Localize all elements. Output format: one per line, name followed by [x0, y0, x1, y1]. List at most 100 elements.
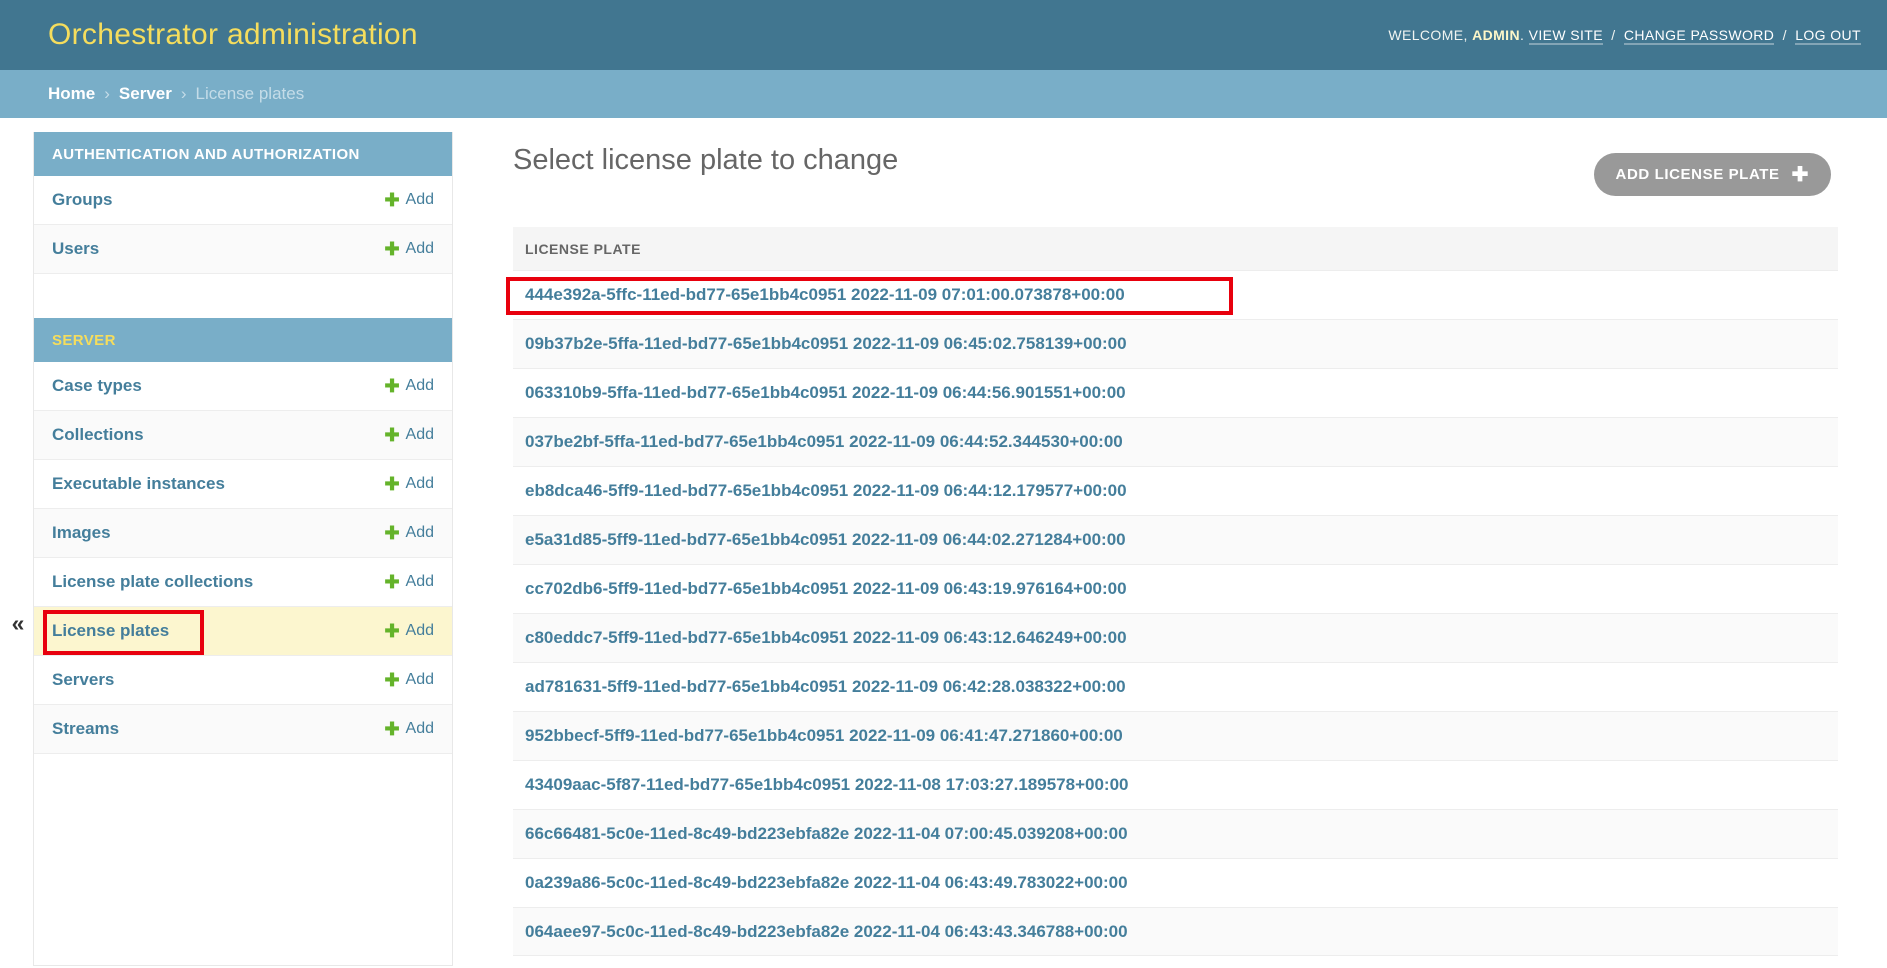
add-images-link[interactable]: ✚Add: [384, 523, 434, 544]
license-plate-row: 0a239a86-5c0c-11ed-8c49-bd223ebfa82e 202…: [513, 858, 1838, 907]
add-collections-link[interactable]: ✚Add: [384, 425, 434, 446]
user-tools-separator: /: [1611, 27, 1615, 43]
add-link-label: Add: [406, 720, 434, 738]
main-content: Select license plate to change ADD LICEN…: [513, 118, 1838, 956]
sidebar-item-groups[interactable]: Groups ✚Add: [34, 176, 452, 225]
plus-icon: ✚: [384, 719, 399, 740]
sidebar-item-link[interactable]: License plate collections: [52, 572, 253, 592]
add-streams-link[interactable]: ✚ Add: [384, 719, 434, 740]
license-plate-row: 444e392a-5ffc-11ed-bd77-65e1bb4c0951 202…: [513, 270, 1838, 319]
license-plate-link[interactable]: 037be2bf-5ffa-11ed-bd77-65e1bb4c0951 202…: [525, 432, 1123, 452]
breadcrumb-separator: ›: [104, 84, 110, 104]
license-plate-row: 952bbecf-5ff9-11ed-bd77-65e1bb4c0951 202…: [513, 711, 1838, 760]
breadcrumb-home[interactable]: Home: [48, 84, 95, 104]
license-plate-link[interactable]: 952bbecf-5ff9-11ed-bd77-65e1bb4c0951 202…: [525, 726, 1123, 746]
plus-icon: ✚: [384, 523, 399, 544]
license-plate-link[interactable]: ad781631-5ff9-11ed-bd77-65e1bb4c0951 202…: [525, 677, 1126, 697]
content-header: Select license plate to change ADD LICEN…: [513, 118, 1838, 227]
plus-icon: ✚: [384, 572, 399, 593]
plus-icon: ✚: [384, 621, 399, 642]
sidebar-item-servers[interactable]: Servers ✚ Add: [34, 656, 452, 705]
license-plate-row: 09b37b2e-5ffa-11ed-bd77-65e1bb4c0951 202…: [513, 319, 1838, 368]
table-column-header[interactable]: LICENSE PLATE: [513, 227, 1838, 270]
app-title[interactable]: Orchestrator administration: [48, 18, 418, 52]
sidebar-collapse-toggle[interactable]: «: [5, 608, 31, 638]
sidebar-item-link[interactable]: Case types: [52, 376, 142, 396]
plus-icon: ✚: [384, 474, 399, 495]
license-plate-link[interactable]: cc702db6-5ff9-11ed-bd77-65e1bb4c0951 202…: [525, 579, 1127, 599]
add-servers-link[interactable]: ✚ Add: [384, 670, 434, 691]
license-plate-table: LICENSE PLATE 444e392a-5ffc-11ed-bd77-65…: [513, 227, 1838, 956]
license-plate-row: e5a31d85-5ff9-11ed-bd77-65e1bb4c0951 202…: [513, 515, 1838, 564]
view-site-link[interactable]: VIEW SITE: [1529, 27, 1603, 45]
add-license-plate-collections-link[interactable]: ✚ Add: [384, 572, 434, 593]
page-title: Select license plate to change: [513, 144, 898, 177]
license-plate-row: 037be2bf-5ffa-11ed-bd77-65e1bb4c0951 202…: [513, 417, 1838, 466]
add-link-label: Add: [406, 671, 434, 689]
plus-icon: ✚: [384, 670, 399, 691]
sidebar-item-link[interactable]: Streams: [52, 719, 119, 739]
breadcrumb-server[interactable]: Server: [119, 84, 172, 104]
sidebar-item-executable-instances[interactable]: Executable instances ✚Add: [34, 460, 452, 509]
sidebar-item-link[interactable]: Users: [52, 239, 99, 259]
license-plate-row: cc702db6-5ff9-11ed-bd77-65e1bb4c0951 202…: [513, 564, 1838, 613]
license-plate-row: eb8dca46-5ff9-11ed-bd77-65e1bb4c0951 202…: [513, 466, 1838, 515]
add-executable-instances-link[interactable]: ✚Add: [384, 474, 434, 495]
add-link-label: Add: [406, 377, 434, 395]
add-link-label: Add: [406, 191, 434, 209]
user-tools-separator: /: [1783, 27, 1787, 43]
sidebar: AUTHENTICATION AND AUTHORIZATIONGroups✚A…: [33, 132, 453, 966]
license-plate-row: 063310b9-5ffa-11ed-bd77-65e1bb4c0951 202…: [513, 368, 1838, 417]
add-license-plate-button[interactable]: ADD LICENSE PLATE ✚: [1594, 153, 1831, 196]
sidebar-item-link[interactable]: Images: [52, 523, 111, 543]
sidebar-item-license-plates[interactable]: License plates ✚Add: [34, 607, 452, 656]
breadcrumb-separator: ›: [181, 84, 187, 104]
license-plate-link[interactable]: 063310b9-5ffa-11ed-bd77-65e1bb4c0951 202…: [525, 383, 1126, 403]
add-link-label: Add: [406, 573, 434, 591]
sidebar-item-link[interactable]: License plates: [52, 621, 169, 641]
welcome-text: WELCOME,: [1388, 27, 1467, 43]
sidebar-item-link[interactable]: Servers: [52, 670, 114, 690]
add-groups-link[interactable]: ✚Add: [384, 190, 434, 211]
plus-icon: ✚: [384, 239, 399, 260]
license-plate-row: ad781631-5ff9-11ed-bd77-65e1bb4c0951 202…: [513, 662, 1838, 711]
license-plate-row: c80eddc7-5ff9-11ed-bd77-65e1bb4c0951 202…: [513, 613, 1838, 662]
plus-icon: ✚: [384, 376, 399, 397]
add-link-label: Add: [406, 240, 434, 258]
license-plate-link[interactable]: 444e392a-5ffc-11ed-bd77-65e1bb4c0951 202…: [525, 285, 1125, 305]
add-users-link[interactable]: ✚ Add: [384, 239, 434, 260]
license-plate-link[interactable]: 0a239a86-5c0c-11ed-8c49-bd223ebfa82e 202…: [525, 873, 1128, 893]
sidebar-item-link[interactable]: Groups: [52, 190, 112, 210]
log-out-link[interactable]: LOG OUT: [1795, 27, 1861, 45]
license-plate-link[interactable]: eb8dca46-5ff9-11ed-bd77-65e1bb4c0951 202…: [525, 481, 1127, 501]
license-plate-link[interactable]: 064aee97-5c0c-11ed-8c49-bd223ebfa82e 202…: [525, 922, 1128, 942]
add-case-types-link[interactable]: ✚ Add: [384, 376, 434, 397]
license-plate-row: 43409aac-5f87-11ed-bd77-65e1bb4c0951 202…: [513, 760, 1838, 809]
sidebar-section-header-server: SERVER: [34, 318, 452, 362]
username-period: .: [1520, 27, 1524, 43]
add-license-plates-link[interactable]: ✚Add: [384, 621, 434, 642]
sidebar-item-images[interactable]: Images ✚Add: [34, 509, 452, 558]
breadcrumb: Home › Server › License plates: [0, 70, 1887, 118]
sidebar-section-gap: [34, 274, 452, 318]
breadcrumb-current-page: License plates: [196, 84, 305, 104]
license-plate-link[interactable]: 43409aac-5f87-11ed-bd77-65e1bb4c0951 202…: [525, 775, 1128, 795]
plus-icon: ✚: [384, 425, 399, 446]
sidebar-item-streams[interactable]: Streams ✚ Add: [34, 705, 452, 754]
change-password-link[interactable]: CHANGE PASSWORD: [1624, 27, 1774, 45]
license-plate-link[interactable]: 09b37b2e-5ffa-11ed-bd77-65e1bb4c0951 202…: [525, 334, 1127, 354]
license-plate-link[interactable]: 66c66481-5c0e-11ed-8c49-bd223ebfa82e 202…: [525, 824, 1128, 844]
table-body: 444e392a-5ffc-11ed-bd77-65e1bb4c0951 202…: [513, 270, 1838, 956]
sidebar-item-link[interactable]: Executable instances: [52, 474, 225, 494]
sidebar-item-users[interactable]: Users ✚ Add: [34, 225, 452, 274]
license-plate-link[interactable]: c80eddc7-5ff9-11ed-bd77-65e1bb4c0951 202…: [525, 628, 1127, 648]
sidebar-item-license-plate-collections[interactable]: License plate collections ✚ Add: [34, 558, 452, 607]
user-tools: WELCOME, ADMIN. VIEW SITE / CHANGE PASSW…: [1388, 27, 1861, 43]
license-plate-link[interactable]: e5a31d85-5ff9-11ed-bd77-65e1bb4c0951 202…: [525, 530, 1126, 550]
sidebar-item-link[interactable]: Collections: [52, 425, 144, 445]
license-plate-row: 66c66481-5c0e-11ed-8c49-bd223ebfa82e 202…: [513, 809, 1838, 858]
plus-icon: ✚: [1792, 162, 1809, 187]
sidebar-item-case-types[interactable]: Case types ✚ Add: [34, 362, 452, 411]
object-tools: ADD LICENSE PLATE ✚: [1594, 153, 1831, 196]
sidebar-item-collections[interactable]: Collections ✚Add: [34, 411, 452, 460]
